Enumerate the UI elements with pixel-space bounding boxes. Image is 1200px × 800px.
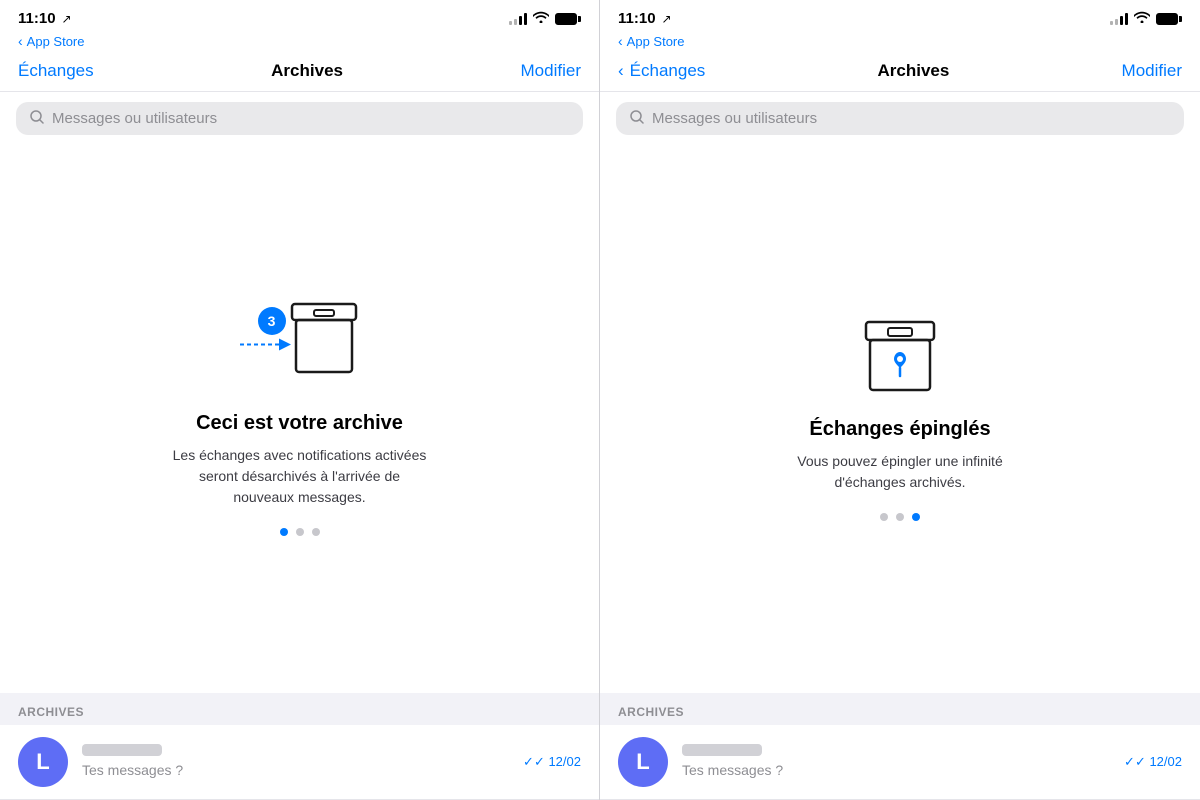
archives-section-title-2: ARCHIVES — [618, 705, 684, 719]
signal-bar — [524, 13, 527, 25]
avatar-2: L — [618, 737, 668, 787]
nav-bar-1: Échanges Archives Modifier — [0, 55, 599, 92]
double-check-icon-2: ✓✓ — [1124, 754, 1149, 769]
battery-icon-2 — [1156, 13, 1182, 25]
search-bar-2[interactable]: Messages ou utilisateurs — [616, 102, 1184, 135]
carousel-title-2: Échanges épinglés — [809, 418, 990, 441]
signal-bar — [514, 19, 517, 25]
battery-icon-1 — [555, 13, 581, 25]
archive-illustration-2 — [860, 318, 940, 398]
wifi-icon-2 — [1134, 11, 1150, 26]
signal-bar — [1120, 16, 1123, 25]
status-left-2: 11:10 ↗ — [618, 10, 672, 27]
archive-box-1 — [288, 302, 360, 387]
appstore-back-label-2: App Store — [627, 34, 685, 49]
notification-badge-1: 3 — [258, 307, 286, 335]
search-container-2: Messages ou utilisateurs — [600, 92, 1200, 145]
carousel-dots-2 — [880, 513, 920, 521]
status-time-1: 11:10 — [18, 10, 56, 27]
status-bar-1: 11:10 ↗ — [0, 0, 599, 33]
nav-title-1: Archives — [271, 61, 343, 81]
modifier-button-1[interactable]: Modifier — [521, 61, 581, 81]
search-bar-1[interactable]: Messages ou utilisateurs — [16, 102, 583, 135]
carousel-desc-2: Vous pouvez épingler une infinité d'écha… — [770, 451, 1030, 493]
appstore-back-1[interactable]: ‹ App Store — [0, 33, 599, 55]
list-item-meta-1: ✓✓ 12/02 — [523, 754, 581, 770]
dashed-arrow-1 — [240, 335, 295, 360]
back-button-2[interactable]: ‹ Échanges — [618, 61, 705, 81]
double-check-icon-1: ✓✓ — [523, 754, 548, 769]
appstore-back-label-1: App Store — [27, 34, 85, 49]
list-item-preview-1: Tes messages ? — [82, 762, 183, 778]
status-left-1: 11:10 ↗ — [18, 10, 72, 27]
signal-bar — [1125, 13, 1128, 25]
status-arrow-1: ↗ — [62, 12, 72, 26]
chevron-left-icon-2: ‹ — [618, 33, 623, 49]
dot-2-3-active — [912, 513, 920, 521]
list-item-date-2: ✓✓ 12/02 — [1124, 754, 1182, 770]
list-item-preview-2: Tes messages ? — [682, 762, 783, 778]
status-bar-2: 11:10 ↗ — [600, 0, 1200, 33]
carousel-dots-1 — [280, 528, 320, 536]
search-icon-1 — [30, 110, 44, 127]
carousel-area-1: 3 Ceci est votre archive Les échanges av… — [0, 145, 599, 693]
carousel-desc-1: Les échanges avec notifications activées… — [170, 445, 430, 508]
list-item-date-1: ✓✓ 12/02 — [523, 754, 581, 770]
chevron-left-icon-1: ‹ — [18, 33, 23, 49]
dot-1-active — [280, 528, 288, 536]
archive-list-item-2[interactable]: L Tes messages ? ✓✓ 12/02 — [600, 725, 1200, 800]
search-icon-2 — [630, 110, 644, 127]
signal-bar — [1110, 21, 1113, 25]
status-arrow-2: ↗ — [662, 12, 672, 26]
back-button-1[interactable]: Échanges — [18, 61, 94, 81]
search-container-1: Messages ou utilisateurs — [0, 92, 599, 145]
status-right-1 — [509, 11, 581, 26]
phone-panel-1: 11:10 ↗ ‹ App — [0, 0, 600, 800]
dot-2 — [296, 528, 304, 536]
list-item-content-1: Tes messages ? — [82, 744, 523, 780]
archive-list-item-1[interactable]: L Tes messages ? ✓✓ 12/02 — [0, 725, 599, 800]
appstore-back-2[interactable]: ‹ App Store — [600, 33, 1200, 55]
nav-title-2: Archives — [878, 61, 950, 81]
dot-2-1 — [880, 513, 888, 521]
modifier-button-2[interactable]: Modifier — [1122, 61, 1182, 81]
search-placeholder-2: Messages ou utilisateurs — [652, 110, 817, 127]
carousel-area-2: Échanges épinglés Vous pouvez épingler u… — [600, 145, 1200, 693]
list-item-name-placeholder-1 — [82, 744, 162, 756]
search-placeholder-1: Messages ou utilisateurs — [52, 110, 217, 127]
dot-3 — [312, 528, 320, 536]
dot-2-2 — [896, 513, 904, 521]
list-item-meta-2: ✓✓ 12/02 — [1124, 754, 1182, 770]
list-item-content-2: Tes messages ? — [682, 744, 1124, 780]
nav-bar-2: ‹ Échanges Archives Modifier — [600, 55, 1200, 92]
archive-illustration-1: 3 — [240, 302, 360, 392]
wifi-icon-1 — [533, 11, 549, 26]
status-right-2 — [1110, 11, 1182, 26]
archives-section-header-2: ARCHIVES — [600, 693, 1200, 725]
status-time-2: 11:10 — [618, 10, 656, 27]
signal-bar — [1115, 19, 1118, 25]
carousel-title-1: Ceci est votre archive — [196, 412, 403, 435]
list-item-name-placeholder-2 — [682, 744, 762, 756]
archives-section-title-1: ARCHIVES — [18, 705, 84, 719]
signal-bars-2 — [1110, 13, 1128, 25]
signal-bars-1 — [509, 13, 527, 25]
avatar-1: L — [18, 737, 68, 787]
signal-bar — [509, 21, 512, 25]
phone-panel-2: 11:10 ↗ ‹ App — [600, 0, 1200, 800]
archives-section-header-1: ARCHIVES — [0, 693, 599, 725]
signal-bar — [519, 16, 522, 25]
